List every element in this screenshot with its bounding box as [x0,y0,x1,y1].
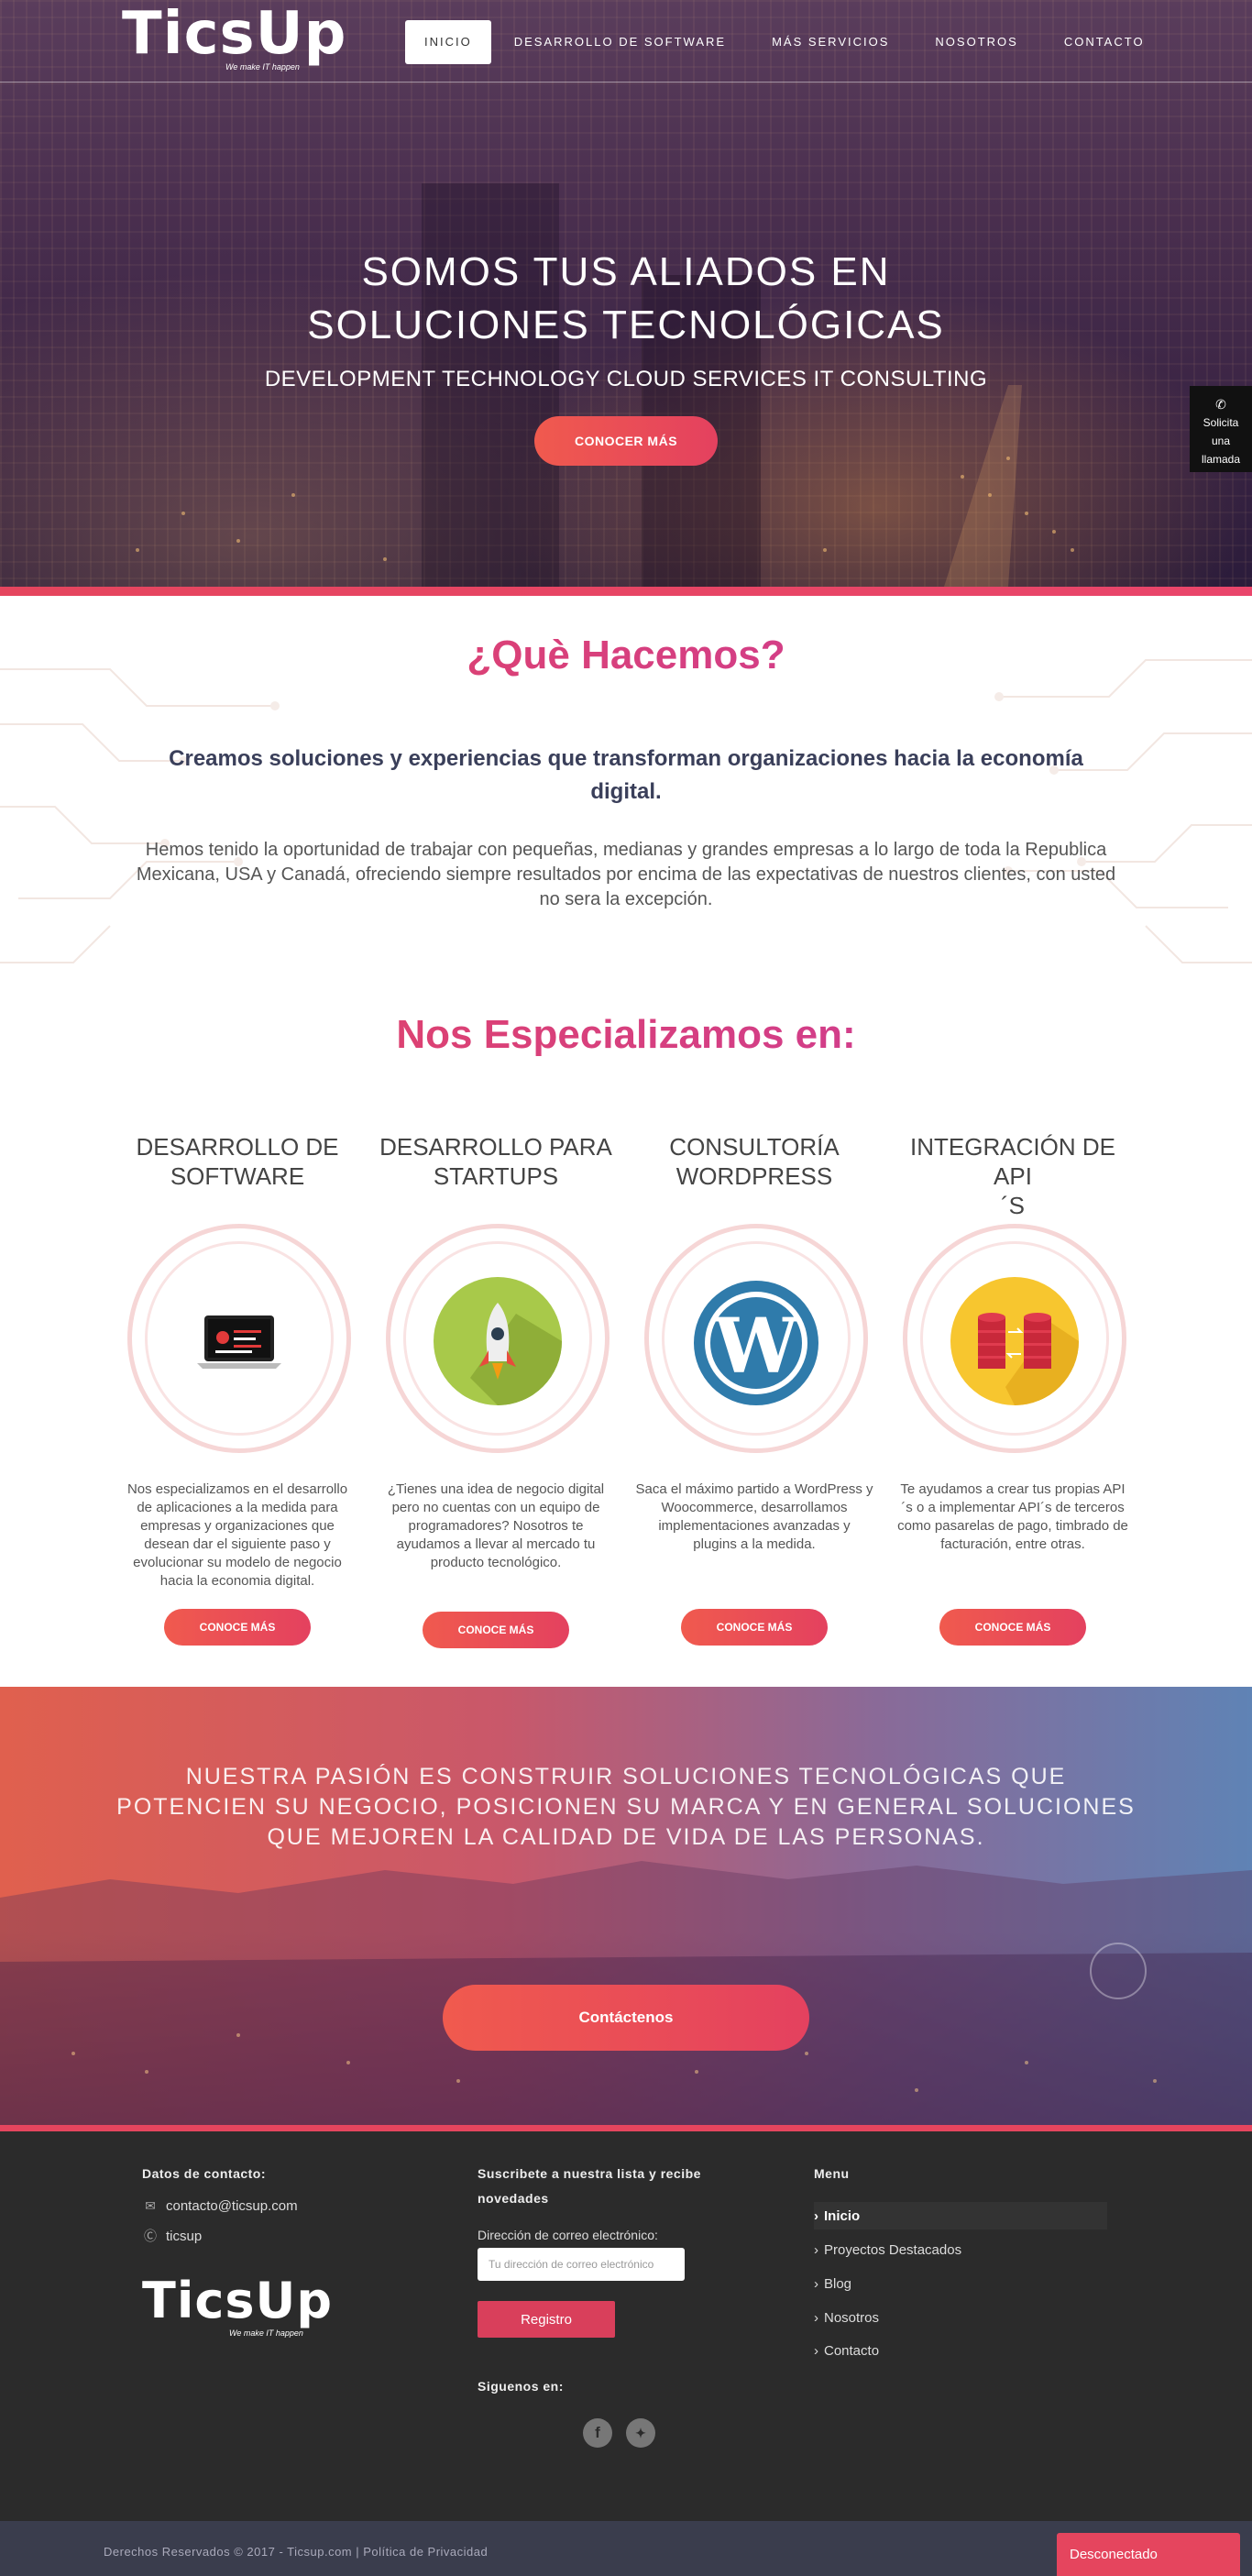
service-description: ¿Tienes una idea de negocio digital pero… [387,1481,605,1570]
facebook-icon[interactable]: f [583,2418,612,2448]
footer-menu-contacto[interactable]: › Contacto [814,2337,1107,2364]
logo-tagline: We make IT happen [225,62,300,72]
conoce-mas-software-button[interactable]: CONOCE MÁS [164,1609,311,1646]
phone-icon: ✆ [1215,397,1226,412]
passion-accent-bar [0,2125,1252,2131]
footer-menu-nosotros[interactable]: › Nosotros [814,2304,1107,2331]
call-tab-line1: Solicita [1203,416,1239,429]
footer-logo-tagline: We make IT happen [229,2328,303,2338]
contact-skype[interactable]: Ⓒ ticsup [142,2227,202,2245]
service-title: DESARROLLO DE SOFTWARE [136,1133,339,1190]
what-we-do-lead: Creamos soluciones y experiencias que tr… [169,746,1083,804]
city-skyline-background [0,1861,1252,2131]
nav-divider [0,82,1252,83]
service-ring [386,1224,610,1453]
envelope-icon: ✉ [145,2198,156,2213]
nav-mas-servicios[interactable]: MÁS SERVICIOS [749,20,912,64]
service-title: DESARROLLO PARA STARTUPS [379,1133,612,1190]
copyright-text[interactable]: Derechos Reservados © 2017 - Ticsup.com … [104,2545,488,2559]
newsletter-email-input[interactable]: Tu dirección de correo electrónico [478,2248,685,2281]
footer-menu-blog[interactable]: › Blog [814,2270,1107,2297]
call-tab-line2: una [1211,435,1231,447]
header-logo[interactable]: TicsUp We make IT happen [122,2,346,77]
footer-logo[interactable]: TicsUp We make IT happen [142,2272,335,2345]
menu-heading: Menu [814,2166,850,2181]
wordpress-icon: W [692,1277,820,1405]
service-title: CONSULTORÍA WORDPRESS [669,1133,840,1190]
contactenos-button[interactable]: Contáctenos [443,1985,809,2051]
passion-statement: NUESTRA PASIÓN ES CONSTRUIR SOLUCIONES T… [116,1764,1136,1850]
service-ring [127,1224,351,1453]
hero-subtitle: DEVELOPMENT TECHNOLOGY CLOUD SERVICES IT… [264,367,988,391]
nav-inicio[interactable]: INICIO [405,20,491,64]
service-ring: W [644,1224,868,1453]
service-description: Te ayudamos a crear tus propias API ´s o… [897,1481,1128,1552]
database-sync-icon [950,1277,1079,1405]
nav-nosotros[interactable]: NOSOTROS [912,20,1040,64]
contact-heading: Datos de contacto: [142,2166,267,2181]
rocket-icon [434,1277,562,1405]
contact-email-text: contacto@ticsup.com [166,2198,298,2214]
nav-desarrollo-software[interactable]: DESARROLLO DE SOFTWARE [491,20,749,64]
chat-status-tab[interactable]: Desconectado [1057,2533,1240,2576]
hero-title-line2: SOLUCIONES TECNOLÓGICAS [307,303,945,347]
nav-contacto[interactable]: CONTACTO [1041,20,1168,64]
conoce-mas-api-button[interactable]: CONOCE MÁS [939,1609,1086,1646]
service-description: Saca el máximo partido a WordPress y Woo… [635,1481,873,1552]
conoce-mas-startups-button[interactable]: CONOCE MÁS [423,1612,569,1648]
service-description: Nos especializamos en el desarrollo de a… [126,1481,348,1589]
twitter-icon[interactable]: ✦ [626,2418,655,2448]
hero-title: SOMOS TUS ALIADOS EN SOLUCIONES TECNOLÓG… [0,246,1252,352]
contact-skype-text: ticsup [166,2228,203,2244]
email-label: Dirección de correo electrónico: [478,2228,658,2242]
footer-menu-inicio[interactable]: › Inicio [814,2202,1107,2229]
hero-accent-bar [0,587,1252,596]
service-title: INTEGRACIÓN DE API ´S [910,1133,1115,1219]
chevron-right-icon: › [814,2241,818,2258]
service-ring [903,1224,1126,1453]
chevron-right-icon: › [814,2275,818,2292]
hero-title-line1: SOMOS TUS ALIADOS EN [361,249,891,294]
register-button[interactable]: Registro [478,2301,615,2338]
svg-text:W: W [713,1303,800,1391]
conoce-mas-wordpress-button[interactable]: CONOCE MÁS [681,1609,828,1646]
contact-email[interactable]: ✉ contacto@ticsup.com [142,2198,298,2214]
request-call-tab[interactable]: ✆ Solicita una llamada [1190,386,1252,472]
call-tab-line3: llamada [1201,453,1241,466]
logo-wordmark: TicsUp [122,0,347,68]
main-nav: INICIO DESARROLLO DE SOFTWARE MÁS SERVIC… [405,20,1168,64]
newsletter-heading: Suscribete a nuestra lista y recibe noved… [478,2166,701,2206]
chevron-right-icon: › [814,2309,818,2326]
chevron-right-icon: › [814,2342,818,2359]
footer-logo-wordmark: TicsUp [142,2272,333,2329]
laptop-code-icon [175,1277,303,1405]
chevron-right-icon: › [814,2207,818,2224]
conocer-mas-button[interactable]: CONOCER MÁS [534,416,718,466]
what-we-do-text: Hemos tenido la oportunidad de trabajar … [136,840,1116,909]
footer-menu-proyectos[interactable]: › Proyectos Destacados [814,2236,1107,2263]
skype-icon: Ⓒ [144,2229,157,2243]
follow-heading: Siguenos en: [478,2379,564,2394]
specialize-title: Nos Especializamos en: [0,1012,1252,1058]
what-we-do-title: ¿Què Hacemos? [0,633,1252,678]
